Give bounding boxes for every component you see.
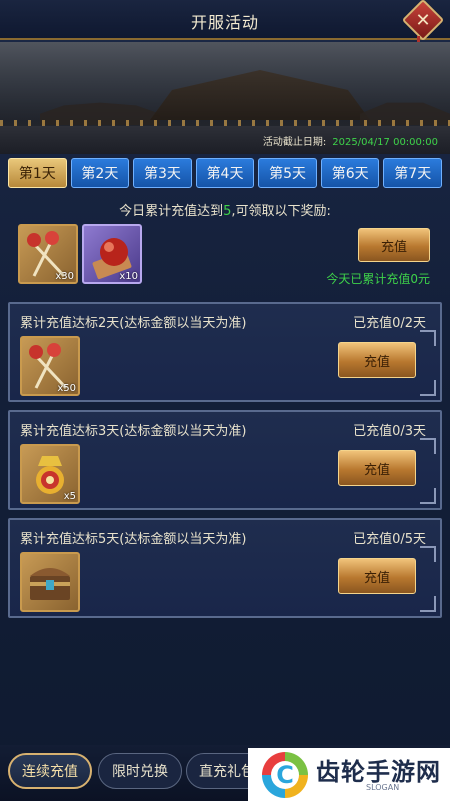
- watermark: C 齿轮手游网 SLOGAN: [248, 748, 450, 801]
- gear-logo-icon: C: [262, 752, 308, 798]
- close-icon: ✕: [415, 9, 431, 31]
- day-tabs: 第1天 第2天 第3天 第4天 第5天 第6天 第7天: [8, 158, 443, 190]
- page-title: 开服活动: [190, 13, 259, 32]
- nav-limited-exchange[interactable]: 限时兑换: [98, 753, 182, 789]
- tab-day-3[interactable]: 第3天: [133, 158, 192, 188]
- banner-palace: [150, 70, 370, 120]
- tab-day-6[interactable]: 第6天: [320, 158, 380, 188]
- milestone-card-2-days: 累计充值达标2天(达标金额以当天为准) 已充值0/2天 x50 充值: [8, 302, 442, 402]
- card-progress: 已充值0/2天: [353, 316, 426, 331]
- watermark-text: 齿轮手游网: [316, 758, 441, 786]
- reward-item-orb[interactable]: x10: [82, 224, 142, 284]
- daily-charge-status: 今天已累计充值0元: [326, 272, 430, 286]
- tab-day-1[interactable]: 第1天: [8, 158, 67, 188]
- card-title: 累计充值达标5天(达标金额以当天为准): [20, 532, 247, 547]
- daily-target-text: 今日累计充值达到5,可领取以下奖励:: [8, 200, 442, 219]
- title-bar: 开服活动 ✕: [0, 0, 450, 54]
- day-reward-panel: 今日累计充值达到5,可领取以下奖励: x30 x10 充值 今天已累计充值0元: [8, 192, 442, 294]
- card-reward-item[interactable]: x50: [20, 336, 80, 396]
- card-progress: 已充值0/5天: [353, 532, 426, 547]
- reward-qty: x30: [55, 271, 74, 282]
- card-reward-item[interactable]: [20, 552, 80, 612]
- reward-qty: x50: [57, 383, 76, 394]
- reward-qty: x10: [119, 271, 138, 282]
- treasure-chest-icon: [30, 568, 70, 600]
- tab-day-7[interactable]: 第7天: [383, 158, 443, 188]
- app-root: 开服活动 ✕ 活动截止日期: 2025/04/17 00:00:00 第1天 第2…: [0, 0, 450, 801]
- card-charge-button[interactable]: 充值: [338, 558, 416, 594]
- card-charge-button[interactable]: 充值: [338, 342, 416, 378]
- card-title: 累计充值达标2天(达标金额以当天为准): [20, 316, 247, 331]
- watermark-slogan: SLOGAN: [366, 783, 400, 792]
- card-reward-item[interactable]: x5: [20, 444, 80, 504]
- deadline: 活动截止日期: 2025/04/17 00:00:00: [263, 133, 438, 148]
- event-banner: 活动截止日期: 2025/04/17 00:00:00: [0, 42, 450, 154]
- tab-day-4[interactable]: 第4天: [195, 158, 255, 188]
- card-charge-button[interactable]: 充值: [338, 450, 416, 486]
- nav-continuous-charge[interactable]: 连续充值: [8, 753, 92, 789]
- card-title: 累计充值达标3天(达标金额以当天为准): [20, 424, 247, 439]
- deadline-label: 活动截止日期:: [262, 137, 327, 148]
- milestone-card-5-days: 累计充值达标5天(达标金额以当天为准) 已充值0/5天 充值: [8, 518, 442, 618]
- milestone-card-3-days: 累计充值达标3天(达标金额以当天为准) 已充值0/3天 x5 充值: [8, 410, 442, 510]
- tab-day-2[interactable]: 第2天: [70, 158, 130, 188]
- deadline-date: 2025/04/17 00:00:00: [332, 137, 438, 148]
- card-progress: 已充值0/3天: [353, 424, 426, 439]
- reward-item-candy[interactable]: x30: [18, 224, 78, 284]
- reward-qty: x5: [63, 491, 76, 502]
- close-button[interactable]: ✕: [401, 0, 445, 42]
- target-suffix: ,可领取以下奖励:: [231, 204, 331, 219]
- charge-button[interactable]: 充值: [358, 228, 430, 262]
- tab-day-5[interactable]: 第5天: [258, 158, 317, 188]
- target-prefix: 今日累计充值达到: [119, 204, 224, 219]
